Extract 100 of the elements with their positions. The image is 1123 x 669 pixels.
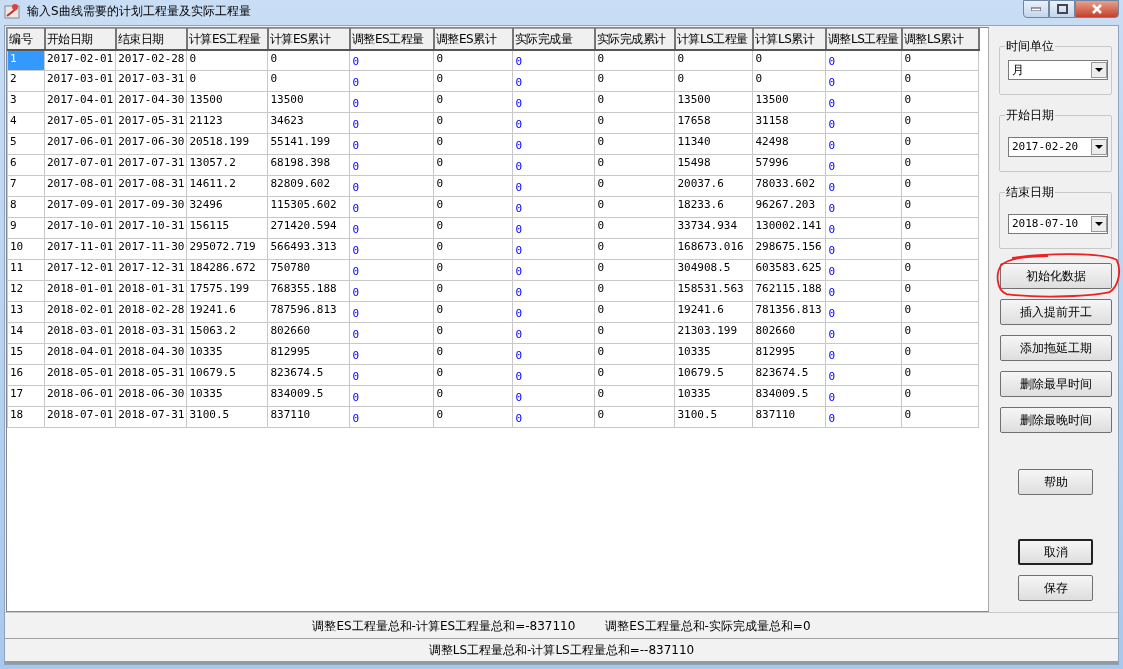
table-cell: 2017-10-01 <box>44 217 116 239</box>
editable-cell[interactable]: 0 <box>349 217 434 239</box>
editable-cell[interactable]: 0 <box>825 154 902 176</box>
editable-cell[interactable]: 0 <box>512 238 595 260</box>
editable-cell[interactable]: 0 <box>825 238 902 260</box>
column-header[interactable]: 调整ES累计 <box>433 28 513 50</box>
editable-cell[interactable]: 0 <box>349 175 434 197</box>
column-header[interactable]: 实际完成量 <box>512 28 595 50</box>
editable-cell[interactable]: 0 <box>349 112 434 134</box>
column-header[interactable]: 调整LS工程量 <box>825 28 902 50</box>
editable-cell[interactable]: 0 <box>512 154 595 176</box>
button[interactable]: 取消 <box>1018 539 1093 565</box>
editable-cell[interactable]: 0 <box>512 133 595 155</box>
editable-cell[interactable]: 0 <box>512 322 595 344</box>
editable-cell[interactable]: 0 <box>349 301 434 323</box>
table-cell: 0 <box>901 91 979 113</box>
close-button[interactable] <box>1075 0 1119 18</box>
table-cell: 0 <box>433 175 513 197</box>
editable-cell[interactable]: 0 <box>512 301 595 323</box>
table-cell: 0 <box>433 301 513 323</box>
button[interactable]: 初始化数据 <box>999 263 1112 289</box>
button[interactable]: 帮助 <box>1018 469 1093 495</box>
editable-cell[interactable]: 0 <box>512 49 595 71</box>
table-cell: 2017-09-30 <box>115 196 187 218</box>
editable-cell[interactable]: 0 <box>349 91 434 113</box>
editable-cell[interactable]: 0 <box>825 70 902 92</box>
column-header[interactable]: 开始日期 <box>44 28 116 50</box>
editable-cell[interactable]: 0 <box>825 280 902 302</box>
editable-cell[interactable]: 0 <box>825 301 902 323</box>
dropdown-arrow-icon <box>1095 68 1103 72</box>
editable-cell[interactable]: 0 <box>512 259 595 281</box>
editable-cell[interactable]: 0 <box>349 406 434 428</box>
date-picker[interactable]: 2018-07-10 <box>1008 214 1108 234</box>
editable-cell[interactable]: 0 <box>825 91 902 113</box>
table-cell: 0 <box>594 196 675 218</box>
editable-cell[interactable]: 0 <box>512 406 595 428</box>
maximize-button[interactable] <box>1049 0 1075 18</box>
editable-cell[interactable]: 0 <box>825 406 902 428</box>
editable-cell[interactable]: 0 <box>825 133 902 155</box>
editable-cell[interactable]: 0 <box>512 217 595 239</box>
table-cell: 2 <box>7 70 45 92</box>
table-cell: 0 <box>901 280 979 302</box>
editable-cell[interactable]: 0 <box>825 385 902 407</box>
column-header[interactable]: 实际完成累计 <box>594 28 675 50</box>
column-header[interactable]: 结束日期 <box>115 28 187 50</box>
editable-cell[interactable]: 0 <box>349 385 434 407</box>
editable-cell[interactable]: 0 <box>349 154 434 176</box>
editable-cell[interactable]: 0 <box>349 238 434 260</box>
editable-cell[interactable]: 0 <box>825 364 902 386</box>
table-cell: 96267.203 <box>752 196 826 218</box>
editable-cell[interactable]: 0 <box>349 364 434 386</box>
editable-cell[interactable]: 0 <box>512 175 595 197</box>
editable-cell[interactable]: 0 <box>825 112 902 134</box>
column-header[interactable]: 调整ES工程量 <box>349 28 434 50</box>
editable-cell[interactable]: 0 <box>825 343 902 365</box>
button[interactable]: 删除最晚时间 <box>999 407 1112 433</box>
editable-cell[interactable]: 0 <box>825 196 902 218</box>
table-cell: 10679.5 <box>674 364 753 386</box>
editable-cell[interactable]: 0 <box>825 217 902 239</box>
table-cell: 0 <box>594 280 675 302</box>
editable-cell[interactable]: 0 <box>349 259 434 281</box>
editable-cell[interactable]: 0 <box>349 70 434 92</box>
column-header[interactable]: 编号 <box>7 28 45 50</box>
column-header[interactable]: 计算LS累计 <box>752 28 826 50</box>
table-cell: 2017-02-01 <box>44 49 116 71</box>
editable-cell[interactable]: 0 <box>349 322 434 344</box>
date-picker[interactable]: 2017-02-20 <box>1008 137 1108 157</box>
table-cell: 0 <box>594 259 675 281</box>
table-cell: 837110 <box>267 406 350 428</box>
table-cell: 2018-06-30 <box>115 385 187 407</box>
button[interactable]: 插入提前开工 <box>999 299 1112 325</box>
column-header[interactable]: 计算ES累计 <box>267 28 350 50</box>
editable-cell[interactable]: 0 <box>512 196 595 218</box>
editable-cell[interactable]: 0 <box>825 259 902 281</box>
editable-cell[interactable]: 0 <box>512 280 595 302</box>
editable-cell[interactable]: 0 <box>512 364 595 386</box>
editable-cell[interactable]: 0 <box>512 91 595 113</box>
column-header[interactable]: 调整LS累计 <box>901 28 979 50</box>
editable-cell[interactable]: 0 <box>349 343 434 365</box>
editable-cell[interactable]: 0 <box>512 385 595 407</box>
editable-cell[interactable]: 0 <box>825 175 902 197</box>
button[interactable]: 添加拖延工期 <box>999 335 1112 361</box>
button[interactable]: 删除最早时间 <box>999 371 1112 397</box>
table-cell: 0 <box>594 322 675 344</box>
editable-cell[interactable]: 0 <box>512 70 595 92</box>
table-cell: 0 <box>594 406 675 428</box>
editable-cell[interactable]: 0 <box>349 133 434 155</box>
editable-cell[interactable]: 0 <box>512 343 595 365</box>
editable-cell[interactable]: 0 <box>825 322 902 344</box>
button[interactable]: 保存 <box>1018 575 1093 601</box>
column-header[interactable]: 计算ES工程量 <box>186 28 268 50</box>
table-cell: 0 <box>752 70 826 92</box>
column-header[interactable]: 计算LS工程量 <box>674 28 753 50</box>
editable-cell[interactable]: 0 <box>512 112 595 134</box>
table-cell: 2018-01-31 <box>115 280 187 302</box>
dropdown[interactable]: 月 <box>1008 60 1108 80</box>
editable-cell[interactable]: 0 <box>349 49 434 71</box>
editable-cell[interactable]: 0 <box>349 196 434 218</box>
editable-cell[interactable]: 0 <box>825 49 902 71</box>
editable-cell[interactable]: 0 <box>349 280 434 302</box>
